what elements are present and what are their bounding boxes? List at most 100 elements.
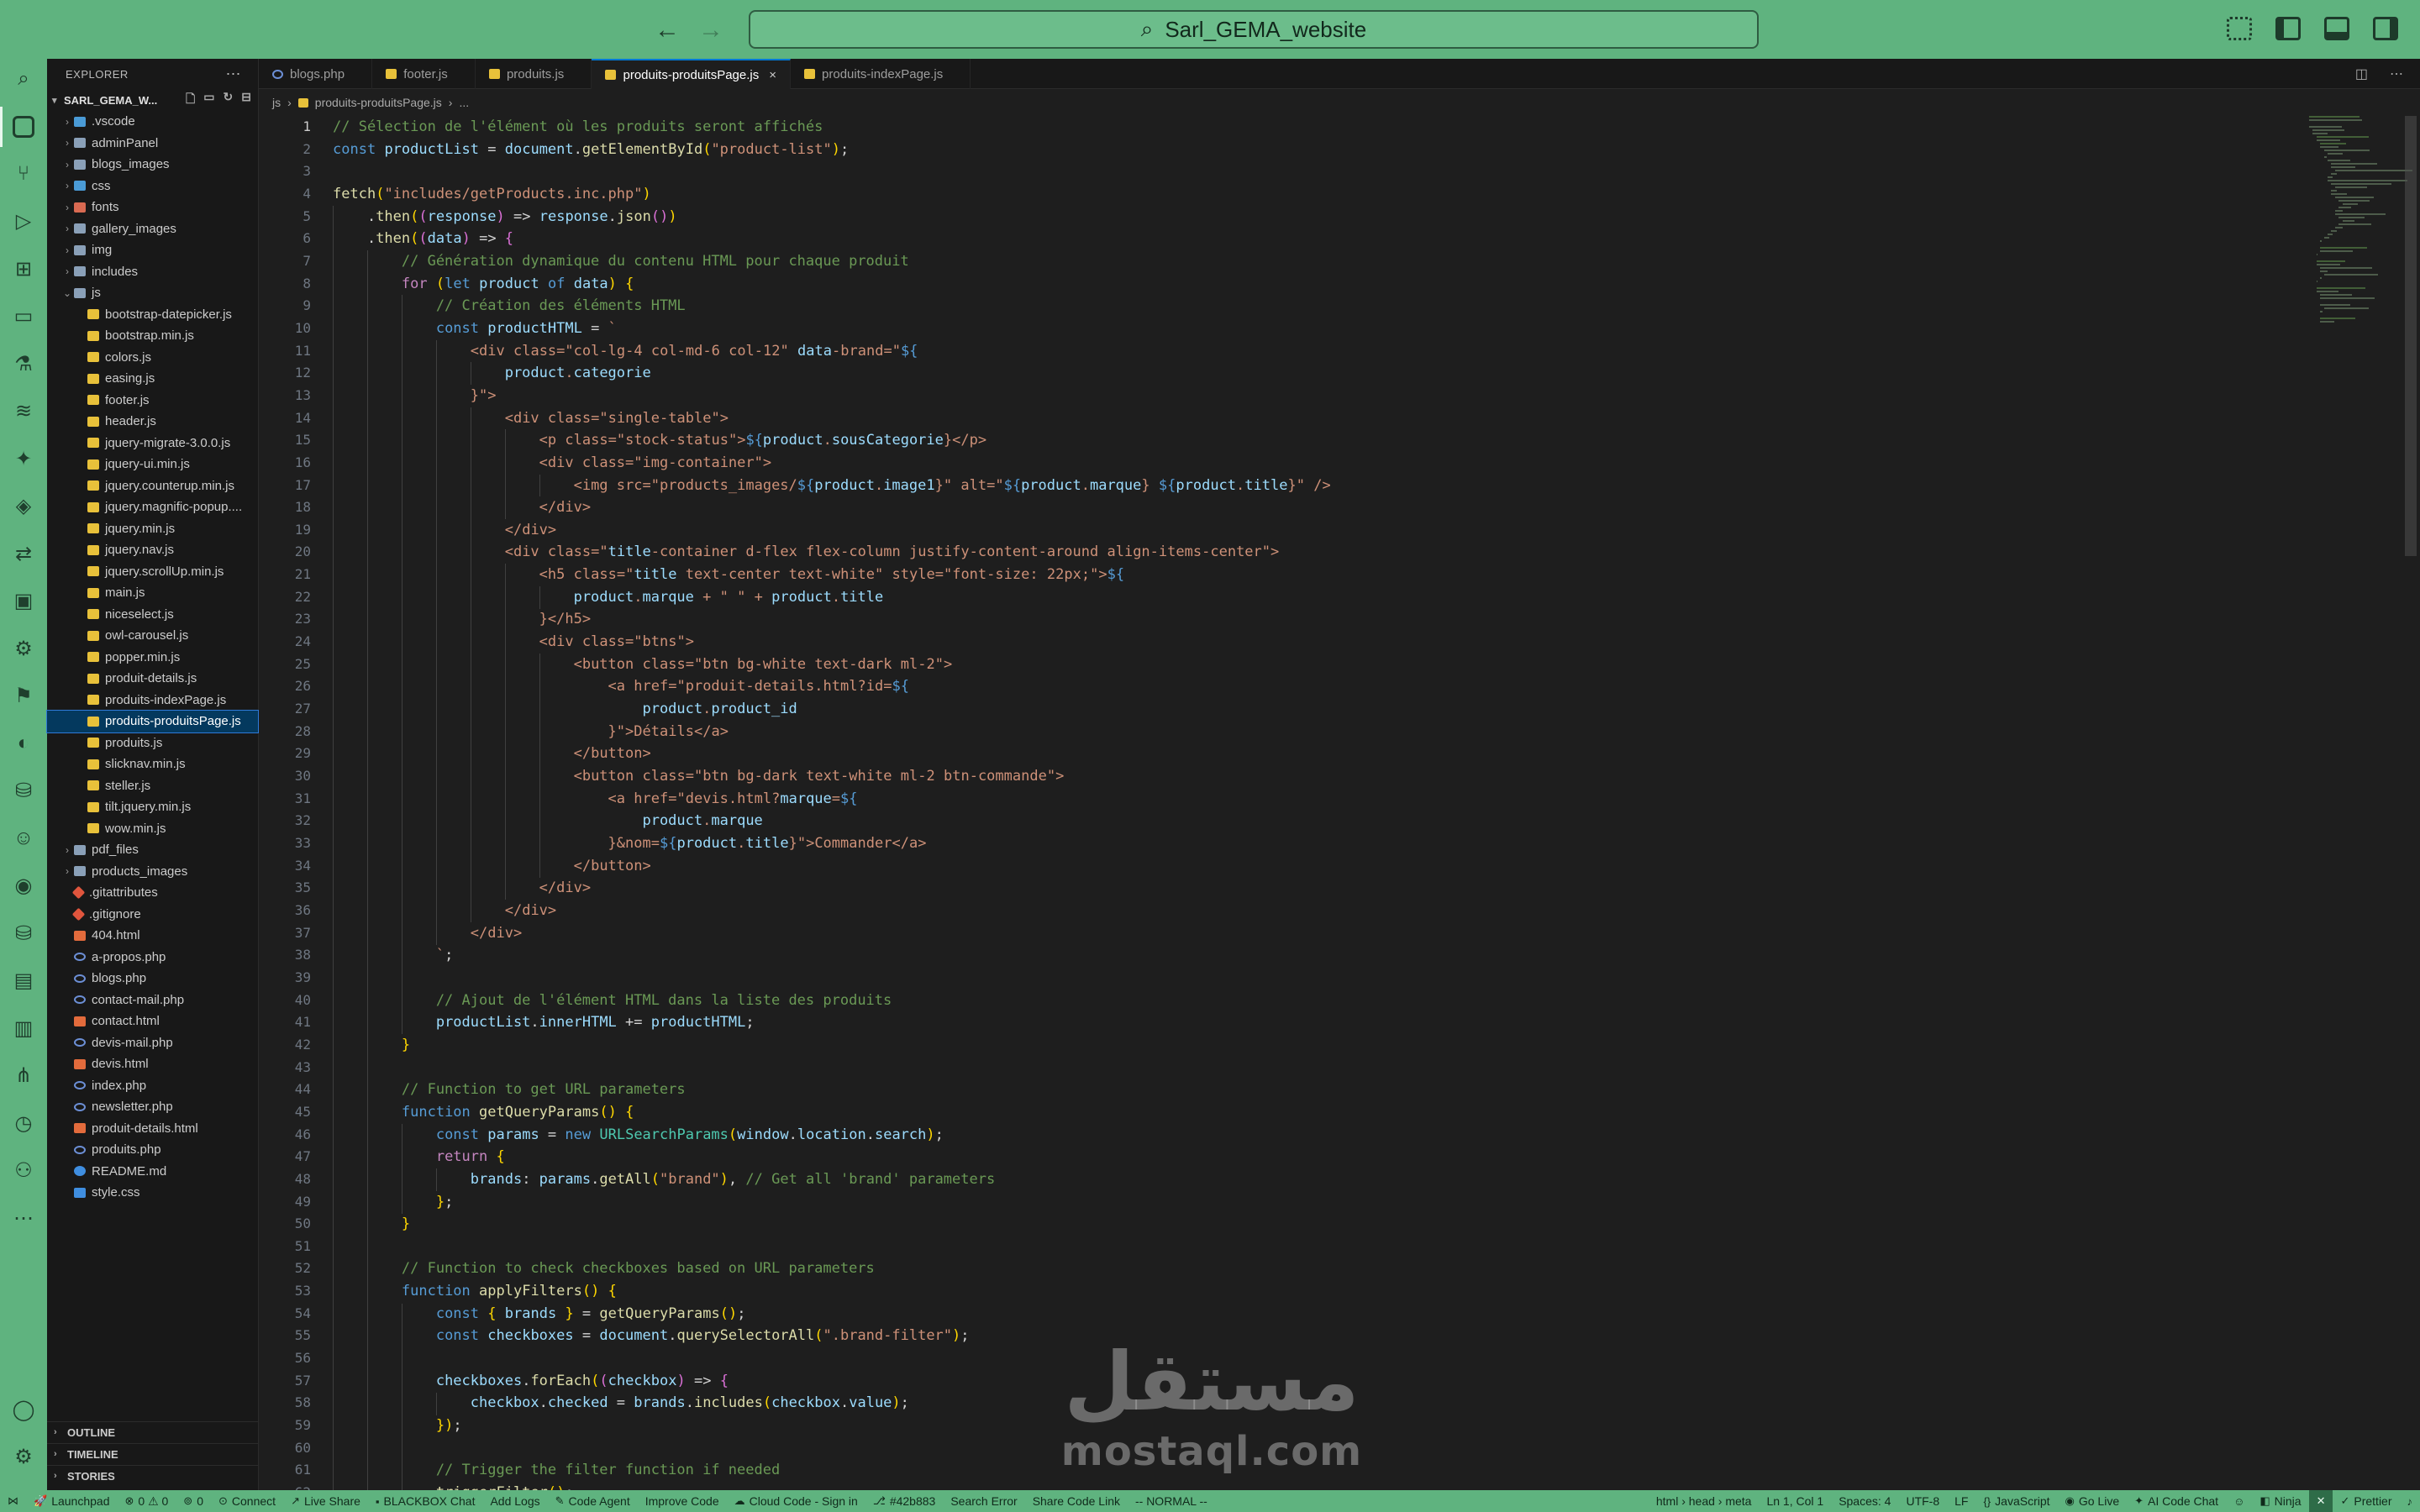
- tree-file[interactable]: footer.js: [47, 390, 258, 412]
- explorer-icon[interactable]: ⌕: [8, 64, 39, 94]
- tree-file[interactable]: owl-carousel.js: [47, 625, 258, 647]
- tree-file[interactable]: jquery.scrollUp.min.js: [47, 561, 258, 583]
- tree-file[interactable]: index.php: [47, 1075, 258, 1097]
- toggle-primary-sidebar-icon[interactable]: [2275, 17, 2301, 40]
- status-item[interactable]: ⊚ 0: [176, 1490, 211, 1512]
- editor-tab[interactable]: produits-produitsPage.js ×: [592, 59, 792, 89]
- tree-file[interactable]: .gitignore: [47, 904, 258, 926]
- tree-file[interactable]: slicknav.min.js: [47, 753, 258, 775]
- tree-file[interactable]: niceselect.js: [47, 604, 258, 626]
- run-debug-icon[interactable]: ▷: [8, 207, 39, 237]
- tree-file[interactable]: bootstrap.min.js: [47, 325, 258, 347]
- status-item[interactable]: ◧ Ninja: [2252, 1490, 2308, 1512]
- status-item[interactable]: ↗ Live Share: [283, 1490, 368, 1512]
- tree-file[interactable]: main.js: [47, 582, 258, 604]
- minimap[interactable]: [2309, 116, 2413, 334]
- tree-folder[interactable]: › adminPanel: [47, 133, 258, 155]
- tree-folder[interactable]: › products_images: [47, 861, 258, 883]
- more-actions-icon[interactable]: ⋯: [226, 66, 242, 83]
- tree-file[interactable]: produit-details.html: [47, 1118, 258, 1140]
- tree-file[interactable]: header.js: [47, 411, 258, 433]
- tree-folder[interactable]: › pdf_files: [47, 839, 258, 861]
- status-item[interactable]: {} JavaScript: [1975, 1490, 2057, 1512]
- collapse-all-icon[interactable]: ⊟: [241, 90, 251, 110]
- timeline-section[interactable]: › TIMELINE: [47, 1443, 259, 1464]
- tree-file[interactable]: produits.php: [47, 1139, 258, 1161]
- close-icon[interactable]: [458, 67, 461, 81]
- tree-folder[interactable]: › gallery_images: [47, 218, 258, 240]
- editor-tab[interactable]: produits-indexPage.js: [791, 59, 971, 89]
- status-item[interactable]: Share Code Link: [1025, 1490, 1128, 1512]
- git-graph-icon[interactable]: ⋔: [8, 1061, 39, 1091]
- tree-file[interactable]: devis-mail.php: [47, 1032, 258, 1054]
- editor-tab[interactable]: footer.js: [372, 59, 476, 89]
- split-editor-icon[interactable]: ◫: [2355, 66, 2368, 82]
- code-editor[interactable]: 1 2 3 4 5 6 7 8 9 10 11 12 13 14 15 16 17 18 19 20 21 22 23 24 2…: [259, 116, 2309, 1490]
- docker-whale-icon[interactable]: ≋: [8, 396, 39, 427]
- tree-file[interactable]: steller.js: [47, 775, 258, 797]
- stories-section[interactable]: › STORIES: [47, 1465, 259, 1486]
- tree-file[interactable]: .gitattributes: [47, 882, 258, 904]
- breadcrumb-file[interactable]: produits-produitsPage.js: [315, 96, 442, 109]
- container-icon[interactable]: ▣: [8, 586, 39, 617]
- status-item[interactable]: ♪: [2400, 1490, 2420, 1512]
- tree-file[interactable]: jquery.nav.js: [47, 539, 258, 561]
- back-arrow-icon[interactable]: ←: [654, 17, 681, 44]
- tree-folder[interactable]: › fonts: [47, 197, 258, 218]
- tree-file[interactable]: contact.html: [47, 1011, 258, 1032]
- tree-folder[interactable]: › includes: [47, 261, 258, 283]
- status-item[interactable]: ▪ BLACKBOX Chat: [368, 1490, 483, 1512]
- tree-file[interactable]: produits-indexPage.js: [47, 690, 258, 711]
- timeline-icon[interactable]: ◷: [8, 1108, 39, 1138]
- tree-file[interactable]: wow.min.js: [47, 818, 258, 840]
- tree-file[interactable]: easing.js: [47, 368, 258, 390]
- more-actions-icon[interactable]: ⋯: [2390, 66, 2403, 82]
- notebook-icon[interactable]: ▥: [8, 1013, 39, 1043]
- tree-file[interactable]: popper.min.js: [47, 647, 258, 669]
- search-icon[interactable]: [0, 106, 39, 147]
- new-file-icon[interactable]: 🗋: [186, 90, 195, 110]
- status-item[interactable]: UTF-8: [1898, 1490, 1947, 1512]
- tree-file[interactable]: newsletter.php: [47, 1096, 258, 1118]
- terminal-icon[interactable]: ▤: [8, 966, 39, 996]
- forward-arrow-icon[interactable]: →: [697, 17, 724, 44]
- source-control-icon[interactable]: ⑂: [8, 159, 39, 189]
- settings-gear-icon[interactable]: ⚙: [8, 633, 39, 664]
- status-item[interactable]: html › head › meta: [1649, 1490, 1760, 1512]
- toggle-secondary-sidebar-icon[interactable]: [2373, 17, 2398, 40]
- tree-file[interactable]: produit-details.js: [47, 668, 258, 690]
- status-item[interactable]: ✕: [2308, 1490, 2333, 1512]
- tree-file[interactable]: contact-mail.php: [47, 990, 258, 1011]
- breadcrumb-symbol[interactable]: ...: [459, 96, 469, 109]
- status-item[interactable]: ✦ AI Code Chat: [2127, 1490, 2226, 1512]
- status-item[interactable]: ✎ Code Agent: [548, 1490, 638, 1512]
- copilot-icon[interactable]: ☺: [8, 823, 39, 853]
- refresh-icon[interactable]: ↻: [224, 90, 234, 110]
- database-tools-icon[interactable]: ⛁: [8, 776, 39, 806]
- status-item[interactable]: Search Error: [943, 1490, 1024, 1512]
- status-item[interactable]: ⎇ #42b883: [865, 1490, 944, 1512]
- editor-tab[interactable]: produits.js: [476, 59, 592, 89]
- tree-file[interactable]: tilt.jquery.min.js: [47, 796, 258, 818]
- manage-gear-icon[interactable]: ⚙: [8, 1441, 39, 1472]
- database-icon[interactable]: ⛁: [8, 918, 39, 948]
- remote-explorer-icon[interactable]: ▭: [8, 302, 39, 332]
- tree-icon[interactable]: ⚇: [8, 1156, 39, 1186]
- tree-folder[interactable]: › css: [47, 176, 258, 197]
- extensions-icon[interactable]: ⊞: [8, 254, 39, 284]
- tree-file[interactable]: produits.js: [47, 732, 258, 754]
- tree-folder[interactable]: › blogs_images: [47, 154, 258, 176]
- status-item[interactable]: ☺: [2226, 1490, 2252, 1512]
- status-item[interactable]: Spaces: 4: [1831, 1490, 1898, 1512]
- tree-file[interactable]: jquery-migrate-3.0.0.js: [47, 433, 258, 454]
- status-item[interactable]: LF: [1947, 1490, 1975, 1512]
- status-item[interactable]: ✓ Prettier: [2333, 1490, 2399, 1512]
- account-icon[interactable]: ◯: [8, 1394, 39, 1425]
- tree-file[interactable]: jquery-ui.min.js: [47, 454, 258, 475]
- status-item[interactable]: Improve Code: [638, 1490, 727, 1512]
- more-icon[interactable]: ⋯: [8, 1203, 39, 1233]
- status-item[interactable]: ⊙ Connect: [211, 1490, 283, 1512]
- editor-tab[interactable]: blogs.php: [259, 59, 373, 89]
- status-item[interactable]: Add Logs: [482, 1490, 547, 1512]
- ai-sparkle-icon[interactable]: ✦: [8, 444, 39, 474]
